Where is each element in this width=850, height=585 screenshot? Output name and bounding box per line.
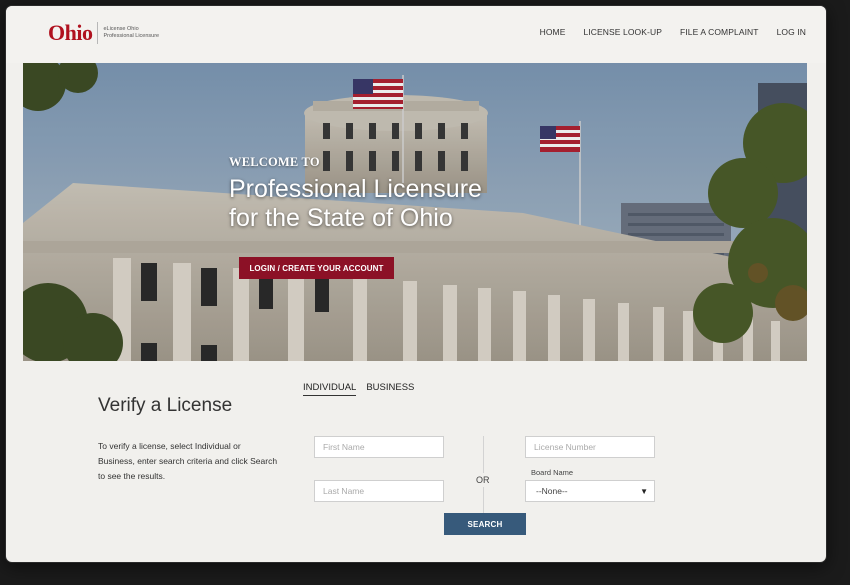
nav-file-complaint[interactable]: FILE A COMPLAINT xyxy=(680,27,759,37)
hero-banner: WELCOME TO Professional Licensure for th… xyxy=(23,63,807,361)
search-button[interactable]: SEARCH xyxy=(444,513,526,535)
board-name-selected-value: --None-- xyxy=(536,486,568,496)
ohio-logo[interactable]: Ohio eLicense Ohio Professional Licensur… xyxy=(48,20,159,46)
hero-welcome: WELCOME TO xyxy=(229,155,320,169)
login-create-account-button[interactable]: LOGIN / CREATE YOUR ACCOUNT xyxy=(239,257,394,279)
search-type-tabs: INDIVIDUAL BUSINESS xyxy=(303,382,414,396)
hero-title-line2: for the State of Ohio xyxy=(229,204,453,232)
logo-subtitle-line2: Professional Licensure xyxy=(103,33,160,39)
hero-title-line1: Professional Licensure xyxy=(229,175,482,203)
nav-log-in[interactable]: LOG IN xyxy=(777,27,806,37)
site-header: Ohio eLicense Ohio Professional Licensur… xyxy=(6,6,826,63)
tab-business[interactable]: BUSINESS xyxy=(366,382,414,396)
browser-frame: Ohio eLicense Ohio Professional Licensur… xyxy=(6,6,826,562)
verify-license-description: To verify a license, select Individual o… xyxy=(98,441,278,481)
or-label: OR xyxy=(476,473,490,487)
nav-home[interactable]: HOME xyxy=(540,27,566,37)
logo-subtitle: eLicense Ohio Professional Licensure xyxy=(103,26,159,40)
license-number-input[interactable] xyxy=(525,436,655,458)
first-name-input[interactable] xyxy=(314,436,444,458)
logo-subtitle-line1: eLicense Ohio xyxy=(103,26,139,32)
nav-license-lookup[interactable]: LICENSE LOOK-UP xyxy=(583,27,662,37)
last-name-input[interactable] xyxy=(314,480,444,502)
board-name-label: Board Name xyxy=(531,468,574,477)
caret-down-icon: ▼ xyxy=(640,486,648,496)
verify-license-title: Verify a License xyxy=(98,395,233,416)
logo-wordmark: Ohio xyxy=(48,20,93,45)
main-nav: HOME LICENSE LOOK-UP FILE A COMPLAINT LO… xyxy=(540,27,806,37)
board-name-select[interactable]: --None-- ▼ xyxy=(525,480,655,502)
logo-divider xyxy=(97,22,99,44)
tab-individual[interactable]: INDIVIDUAL xyxy=(303,382,357,396)
hero-title: Professional Licensure for the State of … xyxy=(229,175,482,233)
